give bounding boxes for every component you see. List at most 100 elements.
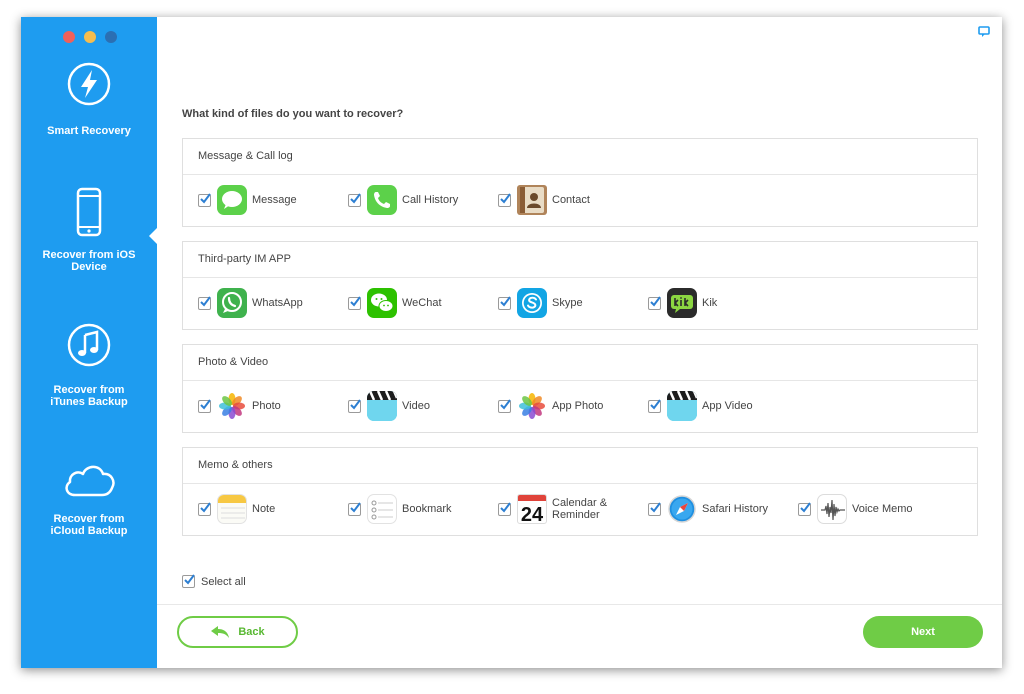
select-all-checkbox[interactable]: Select all (182, 574, 246, 588)
app-window: Smart Recovery Recover from iOS Device R… (21, 17, 1002, 668)
checkbox[interactable] (198, 398, 211, 413)
group-title: Message & Call log (183, 139, 977, 175)
item-call-history[interactable]: Call History (348, 184, 458, 216)
checkbox[interactable] (648, 295, 661, 310)
maximize-window-button[interactable] (105, 31, 117, 43)
sidebar-item-ios-device[interactable]: Recover from iOS Device (21, 187, 157, 273)
close-window-button[interactable] (63, 31, 75, 43)
group-items: Photo Video App Photo App Video (183, 381, 977, 432)
skype-icon (517, 288, 547, 318)
app-photos-icon (517, 391, 547, 421)
checkbox[interactable] (348, 295, 361, 310)
item-video[interactable]: Video (348, 390, 430, 422)
group-title: Memo & others (183, 448, 977, 484)
calendar-day: 24 (521, 504, 544, 524)
item-label: Photo (252, 400, 281, 412)
cloud-icon (65, 465, 115, 497)
checkbox[interactable] (182, 574, 195, 588)
selected-indicator (149, 228, 157, 244)
contacts-icon (517, 185, 547, 215)
sidebar-item-label: Smart Recovery (47, 125, 131, 137)
message-icon (217, 185, 247, 215)
item-label: Kik (702, 297, 718, 309)
item-label: App Photo (552, 400, 604, 412)
group-photo-video: Photo & Video Photo Video App Photo App … (182, 344, 978, 433)
group-title: Photo & Video (183, 345, 977, 381)
item-contact[interactable]: Contact (498, 184, 590, 216)
item-note[interactable]: Note (198, 493, 275, 525)
lightning-icon (67, 62, 111, 106)
item-wechat[interactable]: WeChat (348, 287, 442, 319)
sidebar-item-label: Recover from iTunes Backup (50, 384, 128, 408)
feedback-icon[interactable] (978, 26, 990, 38)
item-bookmark[interactable]: Bookmark (348, 493, 452, 525)
item-safari-history[interactable]: Safari History (648, 493, 768, 525)
back-button[interactable]: Back (177, 616, 298, 648)
item-voice-memo[interactable]: Voice Memo (798, 493, 913, 525)
checkbox[interactable] (198, 501, 211, 516)
kik-icon (667, 288, 697, 318)
back-label: Back (238, 626, 265, 638)
photos-icon (217, 391, 247, 421)
group-items: WhatsApp WeChat Skype Kik (183, 278, 977, 329)
sidebar-item-smart-recovery[interactable]: Smart Recovery (21, 61, 157, 137)
item-label: WeChat (402, 297, 442, 309)
sidebar-item-icloud-backup[interactable]: Recover from iCloud Backup (21, 457, 157, 537)
item-label: Call History (402, 194, 459, 206)
item-app-photo[interactable]: App Photo (498, 390, 603, 422)
item-label: Bookmark (402, 503, 452, 515)
item-label: Calendar & Reminder (552, 497, 608, 521)
minimize-window-button[interactable] (84, 31, 96, 43)
safari-icon (667, 494, 697, 524)
footer-bar: Back Next (157, 604, 1002, 668)
item-label: Contact (552, 194, 590, 206)
item-message[interactable]: Message (198, 184, 297, 216)
group-items: Message Call History Contact (183, 175, 977, 226)
item-kik[interactable]: Kik (648, 287, 717, 319)
group-title: Third-party IM APP (183, 242, 977, 278)
item-whatsapp[interactable]: WhatsApp (198, 287, 303, 319)
sidebar-item-label: Recover from iOS Device (42, 249, 136, 273)
item-photo[interactable]: Photo (198, 390, 281, 422)
item-label: Safari History (702, 503, 769, 515)
checkbox[interactable] (498, 398, 511, 413)
voice-memo-icon (817, 494, 847, 524)
checkbox[interactable] (198, 192, 211, 207)
select-all-label: Select all (201, 575, 246, 588)
next-button[interactable]: Next (863, 616, 983, 648)
checkbox[interactable] (648, 398, 661, 413)
page-question: What kind of files do you want to recove… (182, 108, 404, 120)
sidebar-item-itunes-backup[interactable]: Recover from iTunes Backup (21, 322, 157, 408)
item-label: Note (252, 503, 276, 515)
item-label: Skype (552, 297, 583, 309)
group-memo-others: Memo & others Note Bookmark 24 Calendar … (182, 447, 978, 536)
checkbox[interactable] (348, 192, 361, 207)
checkbox[interactable] (348, 398, 361, 413)
checkbox[interactable] (498, 295, 511, 310)
back-arrow-icon (211, 626, 230, 638)
iphone-icon (76, 187, 102, 237)
main-panel: What kind of files do you want to recove… (157, 17, 1002, 668)
checkbox[interactable] (498, 192, 511, 207)
item-calendar-reminder[interactable]: 24 Calendar & Reminder (498, 493, 607, 525)
item-label: WhatsApp (252, 297, 303, 309)
phone-icon (367, 185, 397, 215)
next-label: Next (911, 626, 935, 638)
group-items: Note Bookmark 24 Calendar & Reminder Saf… (183, 484, 977, 535)
video-clapper-icon (367, 391, 397, 421)
sidebar: Smart Recovery Recover from iOS Device R… (21, 17, 157, 668)
bookmark-icon (367, 494, 397, 524)
item-label: Message (252, 194, 297, 206)
wechat-icon (367, 288, 397, 318)
item-label: App Video (702, 400, 753, 412)
checkbox[interactable] (648, 501, 661, 516)
calendar-icon: 24 (517, 494, 547, 524)
item-skype[interactable]: Skype (498, 287, 583, 319)
checkbox[interactable] (498, 501, 511, 516)
app-video-icon (667, 391, 697, 421)
checkbox[interactable] (198, 295, 211, 310)
checkbox[interactable] (348, 501, 361, 516)
item-app-video[interactable]: App Video (648, 390, 753, 422)
sidebar-item-label: Recover from iCloud Backup (50, 513, 128, 537)
checkbox[interactable] (798, 501, 811, 516)
